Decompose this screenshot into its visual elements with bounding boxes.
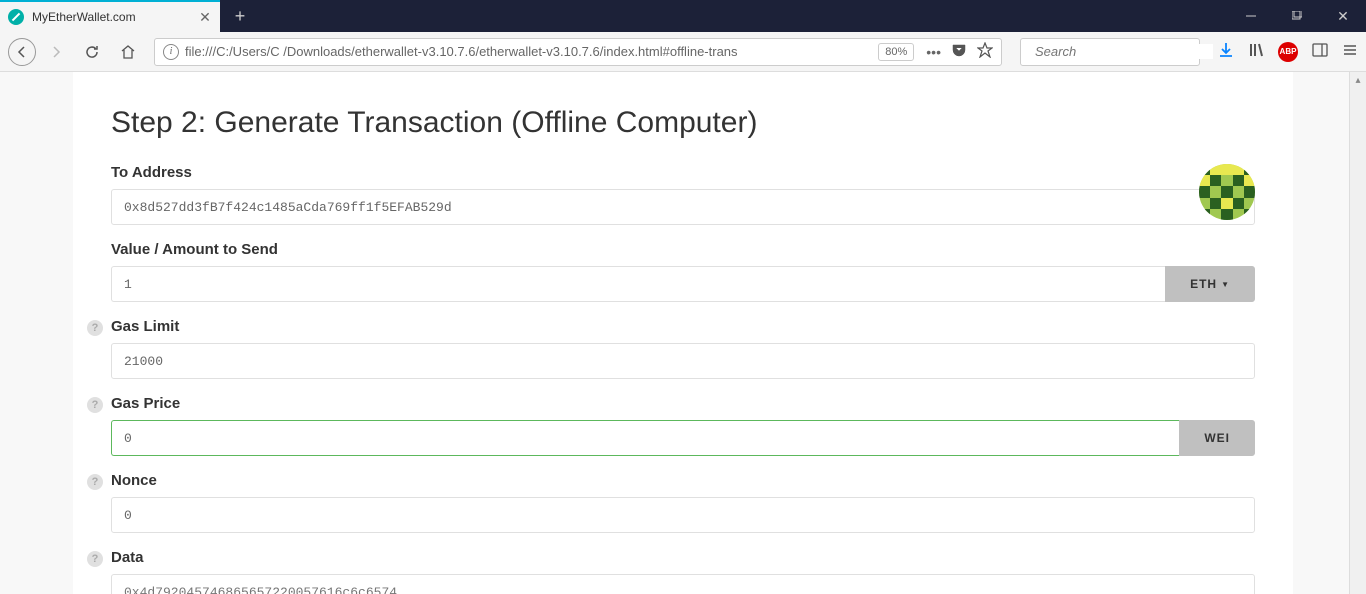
site-favicon [8,9,24,25]
nonce-input[interactable] [111,497,1255,533]
nonce-row: ? Nonce [111,472,1255,533]
page-actions-icon[interactable]: ••• [926,44,941,60]
page-info-icon[interactable]: i [163,44,179,60]
new-tab-button[interactable]: + [224,0,256,32]
chevron-down-icon: ▼ [1221,280,1230,289]
gas-price-label: Gas Price [111,395,1255,412]
search-input[interactable] [1035,44,1213,59]
help-icon[interactable]: ? [87,551,103,567]
reload-button[interactable] [76,36,108,68]
window-controls: ✕ [1228,0,1366,32]
data-row: ? Data [111,549,1255,594]
url-text: file:///C:/Users/C /Downloads/etherwalle… [185,44,872,59]
browser-toolbar: i file:///C:/Users/C /Downloads/etherwal… [0,32,1366,72]
back-button[interactable] [8,38,36,66]
tab-close-button[interactable]: ✕ [198,10,212,24]
tab-title: MyEtherWallet.com [32,10,198,24]
step-heading: Step 2: Generate Transaction (Offline Co… [111,106,1255,140]
adblock-icon[interactable]: ABP [1278,42,1298,62]
gas-price-row: ? Gas Price WEI [111,395,1255,456]
to-address-row: To Address [111,164,1255,225]
page-viewport: ▴ Step 2: Generate Transaction (Offline … [0,72,1366,594]
browser-tab[interactable]: MyEtherWallet.com ✕ [0,0,220,32]
nonce-label: Nonce [111,472,1255,489]
scrollbar[interactable]: ▴ [1349,72,1366,594]
zoom-level[interactable]: 80% [878,43,914,61]
maximize-button[interactable] [1274,0,1320,32]
amount-input[interactable] [111,266,1165,302]
help-icon[interactable]: ? [87,397,103,413]
to-address-label: To Address [111,164,1255,181]
menu-icon[interactable] [1342,42,1358,61]
scroll-up-arrow[interactable]: ▴ [1350,72,1366,89]
window-titlebar: MyEtherWallet.com ✕ + ✕ [0,0,1366,32]
data-label: Data [111,549,1255,566]
home-button[interactable] [112,36,144,68]
sidebar-icon[interactable] [1312,42,1328,61]
gas-limit-row: ? Gas Limit [111,318,1255,379]
currency-label: ETH [1190,277,1217,291]
page-content: Step 2: Generate Transaction (Offline Co… [73,72,1293,594]
url-bar[interactable]: i file:///C:/Users/C /Downloads/etherwal… [154,38,1002,66]
forward-button[interactable] [40,36,72,68]
to-address-input[interactable] [111,189,1255,225]
library-icon[interactable] [1248,42,1264,61]
amount-label: Value / Amount to Send [111,241,1255,258]
minimize-button[interactable] [1228,0,1274,32]
close-window-button[interactable]: ✕ [1320,0,1366,32]
gas-price-input[interactable] [111,420,1179,456]
gas-limit-label: Gas Limit [111,318,1255,335]
data-input[interactable] [111,574,1255,594]
gas-price-unit: WEI [1179,420,1255,456]
search-bar[interactable] [1020,38,1200,66]
bookmark-star-icon[interactable] [977,42,993,61]
help-icon[interactable]: ? [87,320,103,336]
downloads-icon[interactable] [1218,42,1234,61]
pocket-icon[interactable] [951,42,967,61]
help-icon[interactable]: ? [87,474,103,490]
gas-limit-input[interactable] [111,343,1255,379]
amount-row: Value / Amount to Send ETH ▼ [111,241,1255,302]
address-identicon [1199,164,1255,220]
currency-dropdown[interactable]: ETH ▼ [1165,266,1255,302]
